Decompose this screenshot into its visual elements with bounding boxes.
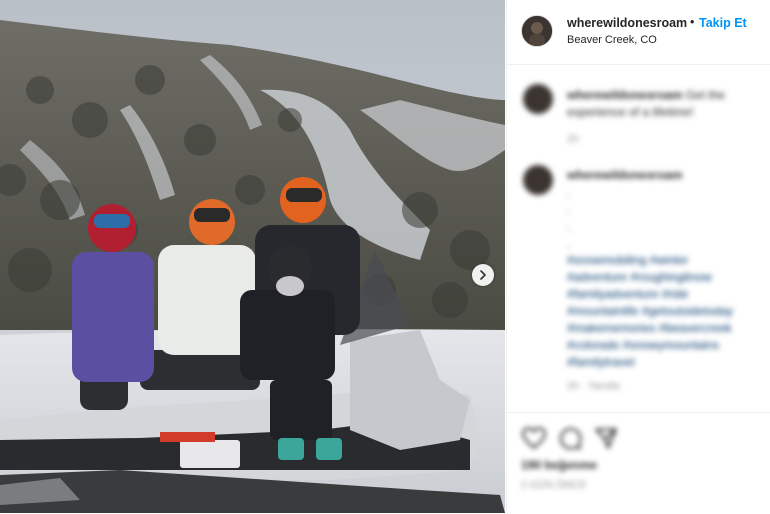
comment-username[interactable]: wherewildonesroam — [567, 168, 682, 182]
follow-button[interactable]: Takip Et — [699, 16, 747, 30]
caption-line: . — [567, 236, 571, 250]
hashtag-line[interactable]: #adventure #roughingitnow — [567, 269, 767, 286]
comment-text: wherewildonesroam . . . . #snowmobiling … — [567, 167, 767, 371]
heart-icon[interactable] — [521, 425, 547, 451]
likes-count[interactable]: 190 beğenme — [521, 457, 597, 474]
comment-avatar[interactable] — [523, 165, 553, 195]
hashtag-line[interactable]: #familytravel — [567, 354, 767, 371]
comment-avatar[interactable] — [523, 84, 553, 114]
caption-line: . — [567, 219, 571, 233]
comment-meta: 2h · Yanıtla — [567, 380, 620, 392]
post-timestamp: 2 GÜN ÖNCE — [521, 479, 587, 491]
post-side-panel: wherewildonesroam • Takip Et Beaver Cree… — [506, 0, 770, 513]
hashtag-line[interactable]: #mountainlife #getoutsidetoday — [567, 303, 767, 320]
share-icon[interactable] — [593, 425, 619, 451]
snowmobile-family-photo — [0, 0, 505, 513]
avatar-image — [522, 16, 552, 46]
post-photo — [0, 0, 505, 513]
hashtag-line[interactable]: #snowmobiling #winter — [567, 252, 767, 269]
caption-line: . — [567, 185, 571, 199]
comment-username[interactable]: wherewildonesroam — [567, 88, 682, 102]
avatar[interactable] — [521, 15, 553, 47]
comment-meta: 2h — [567, 133, 579, 145]
chevron-right-icon — [480, 270, 486, 280]
hashtag-line[interactable]: #familyadventure #ride — [567, 286, 767, 303]
post-header: wherewildonesroam • Takip Et Beaver Cree… — [507, 0, 770, 65]
separator-dot: • — [690, 15, 695, 29]
location-link[interactable]: Beaver Creek, CO — [567, 34, 657, 46]
hashtag-line[interactable]: #colorado #snowymountains — [567, 337, 767, 354]
hashtag-line[interactable]: #makememories #beavercreek — [567, 320, 767, 337]
post-actions: 190 beğenme 2 GÜN ÖNCE — [507, 412, 770, 514]
next-image-button[interactable] — [472, 264, 494, 286]
comment-text: wherewildonesroam Get the experience of … — [567, 87, 757, 121]
comment-icon[interactable] — [557, 425, 583, 451]
username-link[interactable]: wherewildonesroam — [567, 16, 687, 30]
caption-line: . — [567, 202, 571, 216]
